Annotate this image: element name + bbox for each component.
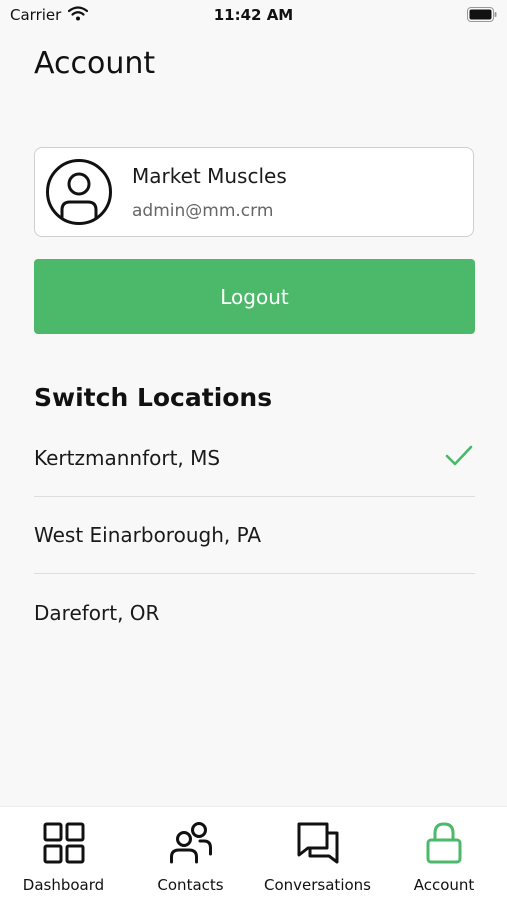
account-screen: Carrier 11:42 AM Account Market Muscles … (0, 0, 507, 900)
avatar-icon (45, 158, 113, 226)
location-label: Darefort, OR (34, 600, 160, 625)
lock-icon (422, 821, 466, 869)
tab-account[interactable]: Account (381, 807, 507, 900)
tab-label: Account (413, 876, 475, 894)
location-item-darefort[interactable]: Darefort, OR (34, 574, 475, 651)
tab-contacts[interactable]: Contacts (127, 807, 254, 900)
battery-icon (467, 7, 497, 26)
logout-button[interactable]: Logout (34, 259, 475, 334)
tab-label: Dashboard (22, 876, 105, 894)
tab-label: Contacts (157, 876, 224, 894)
location-label: Kertzmannfort, MS (34, 446, 221, 470)
location-item-west-einarborough[interactable]: West Einarborough, PA (34, 497, 475, 574)
status-time: 11:42 AM (213, 6, 294, 24)
location-item-kertzmannfort[interactable]: Kertzmannfort, MS (34, 420, 475, 497)
tab-conversations[interactable]: Conversations (254, 807, 381, 900)
check-icon (445, 444, 473, 473)
switch-locations-title: Switch Locations (34, 383, 273, 412)
users-icon (169, 821, 213, 869)
profile-name: Market Muscles (132, 164, 287, 188)
page-title: Account (34, 46, 156, 81)
profile-email: admin@mm.crm (132, 201, 274, 221)
tab-dashboard[interactable]: Dashboard (0, 807, 127, 900)
tab-label: Conversations (264, 876, 371, 894)
grid-icon (42, 821, 86, 869)
location-label: West Einarborough, PA (34, 523, 262, 547)
tab-bar: Dashboard Contacts Conversations Account (0, 806, 507, 900)
location-list: Kertzmannfort, MS West Einarborough, PA … (34, 420, 475, 651)
chat-icon (296, 821, 340, 869)
status-bar: Carrier 11:42 AM (0, 0, 507, 30)
profile-card: Market Muscles admin@mm.crm (34, 147, 474, 237)
